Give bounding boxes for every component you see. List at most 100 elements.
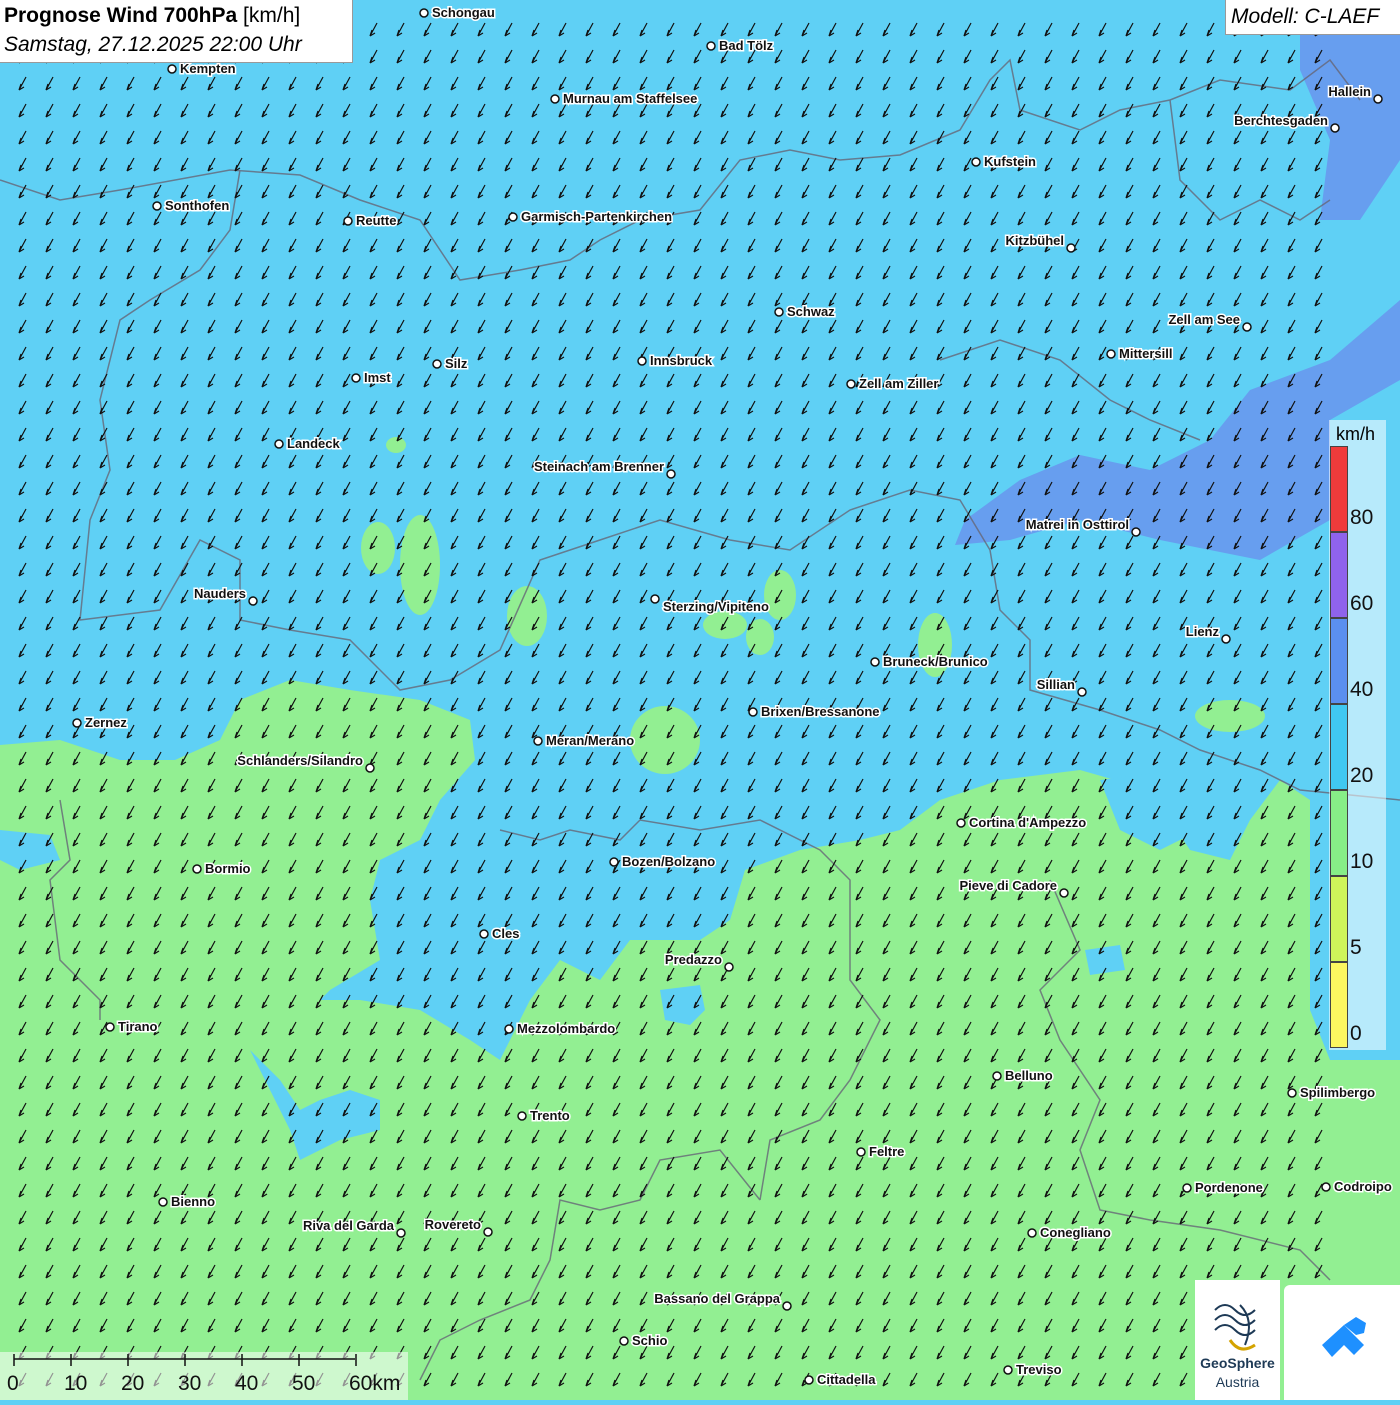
city-dot: [666, 469, 676, 479]
city-label: Landeck: [287, 436, 341, 451]
legend-band: [1330, 532, 1348, 618]
city-label: Cles: [492, 926, 519, 941]
city-label: Silz: [445, 356, 468, 371]
forecast-datetime: Samstag, 27.12.2025 22:00 Uhr: [4, 33, 302, 56]
city-dot: [105, 1022, 115, 1032]
city-dot: [782, 1301, 792, 1311]
scale-bar: 0 10 20 30 40 50 60km: [0, 1352, 408, 1400]
legend-tick-label: 80: [1350, 506, 1374, 529]
city-label: Berchtesgaden: [1234, 113, 1328, 128]
city-label: Reutte: [356, 213, 396, 228]
title-box: Prognose Wind 700hPa [km/h] Samstag, 27.…: [0, 0, 353, 63]
legend-band: [1330, 704, 1348, 790]
city-label: Mezzolombardo: [517, 1021, 615, 1036]
city-dot: [152, 201, 162, 211]
city-marker: Bruneck/Brunico: [870, 653, 989, 671]
city-dot: [72, 718, 82, 728]
city-label: Spilimbergo: [1300, 1085, 1375, 1100]
city-marker: Bozen/Bolzano: [609, 853, 717, 871]
legend-band: [1330, 446, 1348, 532]
city-marker: Murnau am Staffelsee: [550, 90, 699, 108]
city-dot: [192, 864, 202, 874]
city-marker: Garmisch-Partenkirchen: [508, 208, 674, 226]
city-marker: Brixen/Bressanone: [748, 703, 881, 721]
city-dot: [956, 818, 966, 828]
color-legend: km/h 80 60 40 20 10 5 0: [1329, 420, 1386, 1050]
geosphere-emblem-icon: [1214, 1304, 1256, 1351]
scale-label: 40: [235, 1372, 259, 1395]
city-dot: [1182, 1183, 1192, 1193]
legend-tick-label: 60: [1350, 592, 1374, 615]
city-dot: [343, 216, 353, 226]
city-dot: [351, 373, 361, 383]
city-label: Sonthofen: [165, 198, 229, 213]
city-label: Meran/Merano: [546, 733, 634, 748]
legend-tick-label: 20: [1350, 764, 1374, 787]
city-label: Bad Tölz: [719, 38, 774, 53]
city-dot: [1131, 527, 1141, 537]
city-label: Bienno: [171, 1194, 215, 1209]
city-dot: [396, 1228, 406, 1238]
city-label: Zell am See: [1168, 312, 1240, 327]
city-dot: [1077, 687, 1087, 697]
city-label: Lienz: [1186, 624, 1220, 639]
legend-tick-label: 10: [1350, 850, 1374, 873]
map-title: Prognose Wind 700hPa [km/h]: [4, 4, 300, 28]
city-marker: Cortina d'Ampezzo: [956, 814, 1088, 832]
city-marker: Schongau: [419, 4, 496, 22]
app-logo-icon: [1322, 1317, 1366, 1357]
city-dot: [724, 962, 734, 972]
city-label: Bassano del Grappa: [654, 1291, 780, 1306]
city-dot: [1321, 1182, 1331, 1192]
city-label: Sillian: [1037, 677, 1075, 692]
scale-bar-line: [13, 1354, 357, 1366]
geosphere-logo[interactable]: GeoSphere Austria: [1195, 1280, 1280, 1400]
city-dot: [650, 594, 660, 604]
city-dot: [483, 1227, 493, 1237]
title-unit: [km/h]: [243, 4, 301, 27]
city-dot: [992, 1071, 1002, 1081]
city-label: Cortina d'Ampezzo: [969, 815, 1086, 830]
city-label: Pordenone: [1195, 1180, 1263, 1195]
city-dot: [1287, 1088, 1297, 1098]
city-label: Rovereto: [425, 1217, 481, 1232]
scale-label: 60km: [349, 1372, 401, 1395]
city-dot: [1330, 123, 1340, 133]
app-logo[interactable]: [1284, 1285, 1400, 1400]
city-label: Zell am Ziller: [859, 376, 938, 391]
city-dot: [479, 929, 489, 939]
city-label: Cittadella: [817, 1372, 876, 1387]
city-dot: [774, 307, 784, 317]
city-dot: [706, 41, 716, 51]
city-dot: [1003, 1365, 1013, 1375]
city-marker: Pordenone: [1182, 1179, 1264, 1197]
city-label: Sterzing/Vipiteno: [663, 599, 769, 614]
city-marker: Sonthofen: [152, 197, 231, 215]
city-label: Hallein: [1328, 84, 1371, 99]
wind-map[interactable]: Schongau Bad Tölz Kempten Murnau am Staffel…: [0, 0, 1400, 1400]
city-dot: [1059, 888, 1069, 898]
city-dot: [167, 64, 177, 74]
model-label: Modell: C-LAEF: [1231, 5, 1380, 28]
city-dot: [508, 212, 518, 222]
city-label: Conegliano: [1040, 1225, 1111, 1240]
city-dot: [1106, 349, 1116, 359]
city-dot: [504, 1024, 514, 1034]
scale-label: 20: [121, 1372, 145, 1395]
city-dot: [365, 763, 375, 773]
city-label: Schlanders/Silandro: [237, 753, 363, 768]
scale-label: 50: [292, 1372, 316, 1395]
city-marker: Meran/Merano: [533, 732, 636, 750]
city-label: Bruneck/Brunico: [883, 654, 988, 669]
city-label: Codroipo: [1334, 1179, 1392, 1194]
city-label: Bozen/Bolzano: [622, 854, 715, 869]
city-label: Nauders: [194, 586, 246, 601]
city-marker: Spilimbergo: [1287, 1084, 1377, 1102]
city-label: Belluno: [1005, 1068, 1053, 1083]
legend-tick-label: 40: [1350, 678, 1374, 701]
city-label: Kempten: [180, 61, 236, 76]
city-label: Schio: [632, 1333, 667, 1348]
city-marker: Mezzolombardo: [504, 1020, 617, 1038]
city-label: Garmisch-Partenkirchen: [521, 209, 672, 224]
city-dot: [517, 1111, 527, 1121]
